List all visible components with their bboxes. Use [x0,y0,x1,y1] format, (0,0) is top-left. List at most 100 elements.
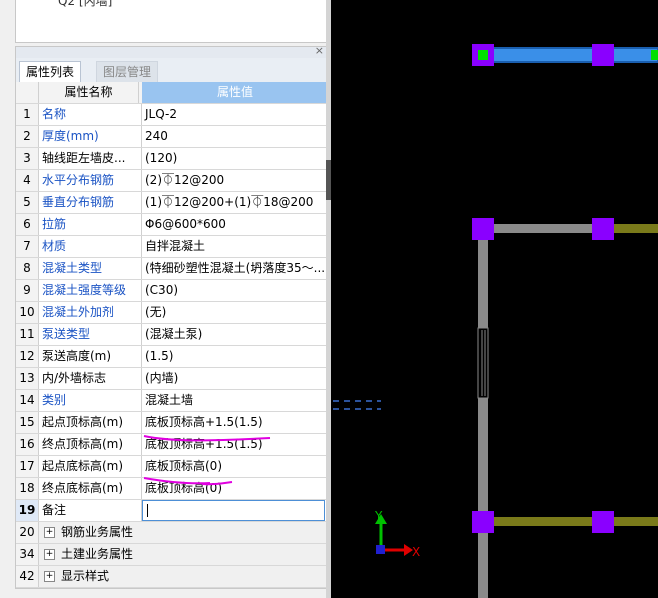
property-name: 混凝土类型 [39,258,142,279]
grip-point[interactable] [478,50,488,60]
olive-wall-upper[interactable] [614,224,658,233]
row-number: 42 [16,566,39,587]
column-mid-left[interactable] [472,218,494,240]
row-number: 1 [16,104,39,125]
column-lower-right[interactable] [592,511,614,533]
row-number: 34 [16,544,39,565]
property-grid: 属性名称 属性值 1 名称 JLQ-2 2 厚度(mm) 240 3 轴线距左墙皮... (12… [15,82,329,589]
table-row[interactable]: 19 备注 [16,500,328,522]
property-name: 混凝土外加剂 [39,302,142,323]
row-number: 8 [16,258,39,279]
property-name: 终点顶标高(m) [39,434,142,455]
group-value [142,566,328,587]
remark-input[interactable] [142,500,325,521]
horizontal-wall-upper[interactable] [491,224,603,233]
grip-point-right[interactable] [651,50,658,60]
table-row[interactable]: 4 水平分布钢筋 (2)⏁12@200 [16,170,328,192]
panel-tabs: 属性列表 图层管理 [15,58,329,83]
property-value[interactable]: (无) [142,302,328,323]
property-value[interactable]: 混凝土墙 [142,390,328,411]
row-number: 12 [16,346,39,367]
property-name: 材质 [39,236,142,257]
table-row[interactable]: 5 垂直分布钢筋 (1)⏁12@200+(1)⏁18@200 [16,192,328,214]
table-row[interactable]: 3 轴线距左墙皮... (120) [16,148,328,170]
header-corner [16,82,39,103]
row-number: 3 [16,148,39,169]
group-row[interactable]: 20 + 钢筋业务属性 [16,522,328,544]
wall-opening[interactable] [477,327,489,399]
axis-y-label: Y [374,509,383,523]
property-value[interactable]: 底板顶标高+1.5(1.5) [142,412,328,433]
row-number: 7 [16,236,39,257]
table-row[interactable]: 1 名称 JLQ-2 [16,104,328,126]
property-value[interactable]: Φ6@600*600 [142,214,328,235]
property-value[interactable]: 240 [142,126,328,147]
table-row[interactable]: 8 混凝土类型 (特细砂塑性混凝土(坍落度35～... [16,258,328,280]
property-name: 起点顶标高(m) [39,412,142,433]
property-value[interactable]: (特细砂塑性混凝土(坍落度35～... [142,258,328,279]
row-number: 11 [16,324,39,345]
table-row[interactable]: 2 厚度(mm) 240 [16,126,328,148]
property-value[interactable]: (内墙) [142,368,328,389]
olive-wall-lower[interactable] [491,517,658,526]
property-name: 泵送高度(m) [39,346,142,367]
property-name: 类别 [39,390,142,411]
property-value[interactable]: JLQ-2 [142,104,328,125]
tree-node-q2[interactable]: Q2 [内墙] [58,0,112,9]
column-lower-left[interactable] [472,511,494,533]
property-name: 拉筋 [39,214,142,235]
row-number: 20 [16,522,39,543]
group-label: 土建业务属性 [61,547,134,561]
property-name: 垂直分布钢筋 [39,192,142,213]
table-row[interactable]: 12 泵送高度(m) (1.5) [16,346,328,368]
group-label: 钢筋业务属性 [61,525,134,539]
table-row[interactable]: 14 类别 混凝土墙 [16,390,328,412]
row-number: 10 [16,302,39,323]
text-caret [147,504,148,517]
property-name: 终点底标高(m) [39,478,142,499]
group-label: 显示样式 [61,569,110,583]
table-row[interactable]: 13 内/外墙标志 (内墙) [16,368,328,390]
property-name: 混凝土强度等级 [39,280,142,301]
property-name: 备注 [39,500,142,521]
table-row[interactable]: 6 拉筋 Φ6@600*600 [16,214,328,236]
annotation-underline-2 [143,477,233,486]
group-row[interactable]: 42 + 显示样式 [16,566,328,588]
property-name: 内/外墙标志 [39,368,142,389]
property-value[interactable]: (120) [142,148,328,169]
property-value[interactable]: (2)⏁12@200 [142,170,328,191]
axis-icon: Y X [374,509,420,559]
expand-icon[interactable]: + [44,527,55,538]
property-name: 泵送类型 [39,324,142,345]
table-row[interactable]: 9 混凝土强度等级 (C30) [16,280,328,302]
tab-property-list[interactable]: 属性列表 [19,61,82,83]
expand-icon[interactable]: + [44,571,55,582]
table-row[interactable]: 10 混凝土外加剂 (无) [16,302,328,324]
table-row[interactable]: 15 起点顶标高(m) 底板顶标高+1.5(1.5) [16,412,328,434]
column-top-mid[interactable] [592,44,614,66]
property-value[interactable]: (1.5) [142,346,328,367]
axis-x-label: X [412,545,420,559]
property-name: 起点底标高(m) [39,456,142,477]
tab-layer-management[interactable]: 图层管理 [96,61,159,83]
table-row[interactable]: 7 材质 自拌混凝土 [16,236,328,258]
selected-wall[interactable] [480,47,658,63]
properties-pane: Q2 [内墙] × 属性列表 图层管理 属性名称 属性值 1 名称 JLQ-2 2 厚度… [0,0,330,598]
row-number: 15 [16,412,39,433]
row-number: 14 [16,390,39,411]
row-number: 16 [16,434,39,455]
property-value[interactable]: (混凝土泵) [142,324,328,345]
close-icon[interactable]: × [315,44,324,57]
table-row[interactable]: 11 泵送类型 (混凝土泵) [16,324,328,346]
row-number: 9 [16,280,39,301]
row-number: 4 [16,170,39,191]
expand-icon[interactable]: + [44,549,55,560]
vertical-wall[interactable] [478,230,488,598]
property-value[interactable]: (C30) [142,280,328,301]
canvas-drawing: Y X [333,44,658,598]
property-value[interactable]: (1)⏁12@200+(1)⏁18@200 [142,192,328,213]
drawing-canvas[interactable]: Y X [331,0,658,598]
column-mid-right[interactable] [592,218,614,240]
property-value[interactable]: 自拌混凝土 [142,236,328,257]
group-row[interactable]: 34 + 土建业务属性 [16,544,328,566]
